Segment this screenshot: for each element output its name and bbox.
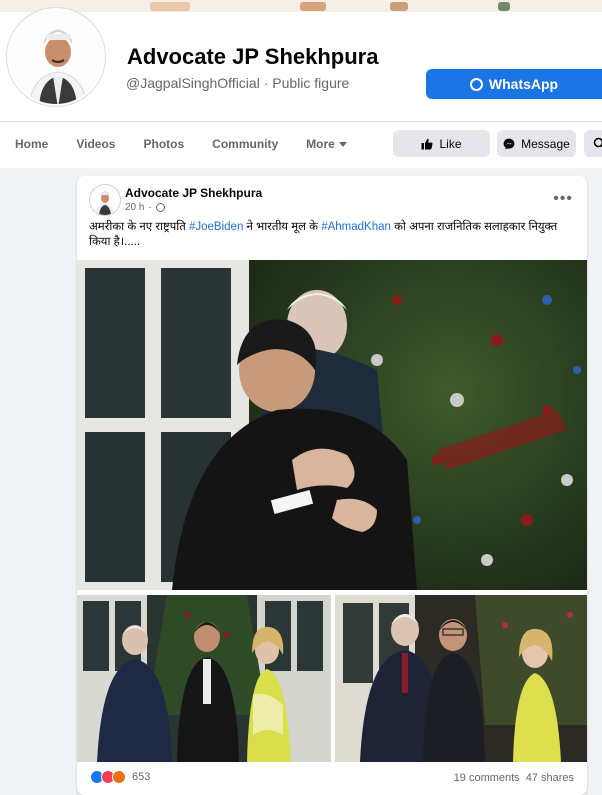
comments-count[interactable]: 19 comments	[454, 772, 520, 784]
hashtag-ahmadkhan[interactable]: #AhmadKhan	[321, 221, 391, 233]
post-photo-2[interactable]	[77, 595, 331, 762]
page-tabs: Home Videos Photos Community More	[0, 130, 360, 158]
post-text-part1: अमरीका के नए राष्ट्रपति	[89, 221, 189, 233]
page-handle: @JagpalSinghOfficial	[126, 75, 260, 91]
post-card: Advocate JP Shekhpura 20 h · ••• अमरीका …	[77, 176, 587, 795]
hashtag-joebiden[interactable]: #JoeBiden	[189, 221, 243, 233]
page-header: Advocate JP Shekhpura @JagpalSinghOffici…	[0, 0, 602, 168]
messenger-icon	[503, 138, 515, 149]
cover-photo[interactable]	[0, 0, 602, 12]
tab-community[interactable]: Community	[212, 137, 278, 151]
post-author-avatar[interactable]	[90, 185, 120, 215]
tab-more[interactable]: More	[306, 137, 347, 151]
reaction-summary[interactable]: 653	[90, 770, 150, 784]
more-options-icon[interactable]: •••	[553, 190, 573, 208]
header-divider	[0, 121, 602, 122]
page-title[interactable]: Advocate JP Shekhpura	[127, 44, 378, 70]
reaction-count: 653	[132, 771, 151, 783]
post-photo-3[interactable]	[335, 595, 587, 762]
search-icon	[593, 137, 602, 148]
like-page-button[interactable]: Like	[393, 130, 490, 157]
engagement-summary: 19 comments 47 shares	[454, 772, 574, 784]
like-label: Like	[439, 136, 462, 151]
tab-videos-label: Videos	[76, 137, 116, 151]
profile-picture[interactable]	[7, 8, 105, 106]
tab-photos[interactable]: Photos	[143, 137, 184, 151]
shares-count[interactable]: 47 shares	[526, 772, 574, 784]
post-author-name[interactable]: Advocate JP Shekhpura	[125, 186, 262, 200]
globe-icon	[155, 203, 165, 212]
thumbs-up-icon	[421, 138, 434, 149]
tab-more-label: More	[306, 137, 335, 151]
message-label: Message	[521, 136, 570, 151]
angry-reaction-icon	[112, 770, 126, 784]
post-time[interactable]: 20 h	[125, 202, 144, 213]
whatsapp-icon	[469, 77, 483, 91]
separator-dot: ·	[263, 75, 269, 91]
tab-home[interactable]: Home	[15, 137, 48, 151]
tab-videos[interactable]: Videos	[76, 137, 115, 151]
post-text-part2: ने भारतीय मूल के	[243, 221, 322, 233]
message-button[interactable]: Message	[497, 130, 576, 157]
tab-photos-label: Photos	[143, 137, 185, 151]
tab-home-label: Home	[15, 137, 49, 151]
page-subtitle: @JagpalSinghOfficial · Public figure	[126, 75, 349, 91]
post-photo-main[interactable]	[77, 260, 587, 590]
chevron-down-icon	[338, 141, 347, 147]
tab-community-label: Community	[212, 137, 279, 151]
meta-separator: ·	[148, 202, 152, 213]
post-text: अमरीका के नए राष्ट्रपति #JoeBiden ने भार…	[89, 220, 579, 250]
whatsapp-label: WhatsApp	[488, 76, 559, 92]
whatsapp-button[interactable]: WhatsApp	[426, 69, 602, 99]
page-category: Public figure	[272, 75, 350, 91]
post-meta: 20 h ·	[125, 202, 165, 213]
search-page-button[interactable]	[584, 130, 602, 157]
